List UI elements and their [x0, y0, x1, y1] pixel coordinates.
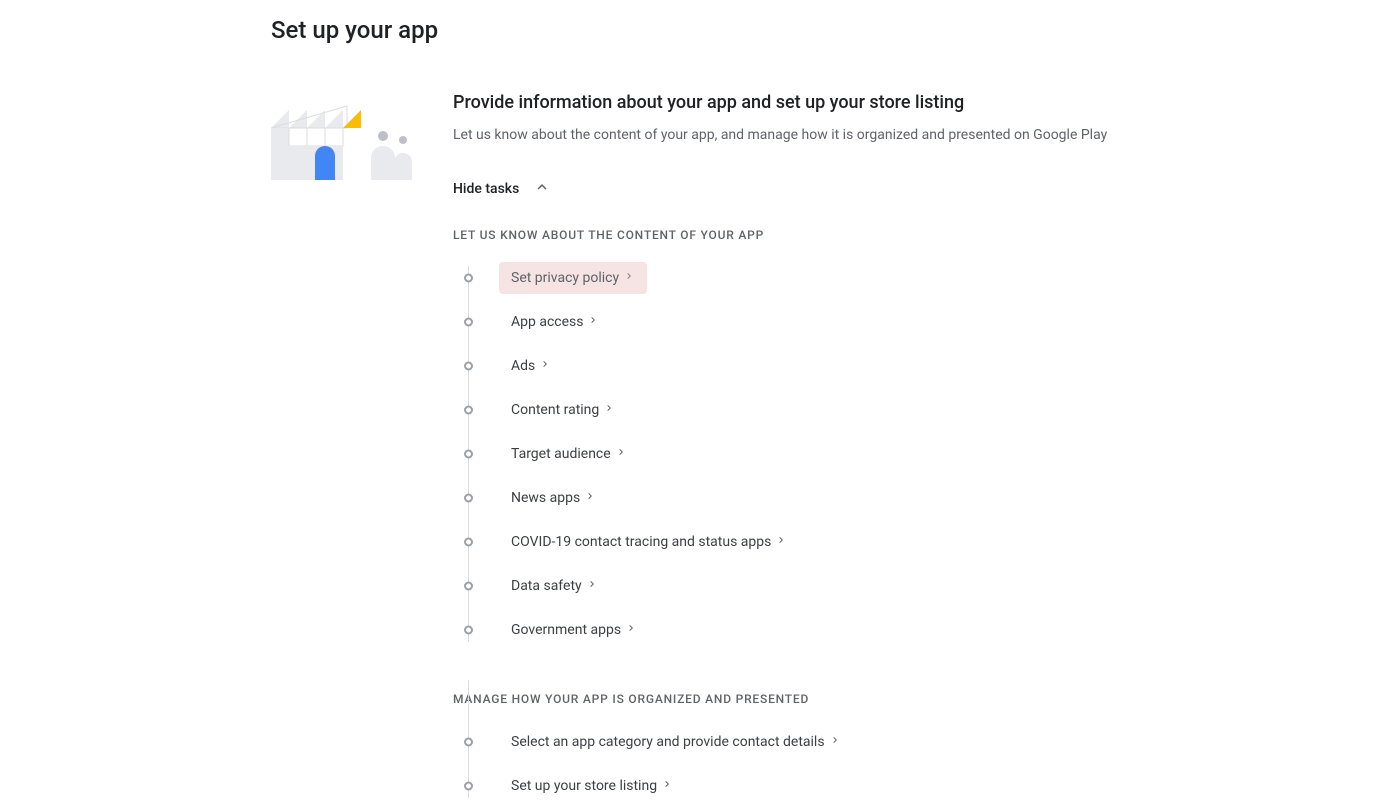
- hide-tasks-label: Hide tasks: [453, 181, 519, 197]
- chevron-right-icon: [586, 578, 598, 594]
- task-item: COVID-19 contact tracing and status apps: [469, 520, 1400, 564]
- task-label: Data safety: [511, 578, 582, 594]
- task-status-bullet: [464, 782, 473, 791]
- task-group-header: MANAGE HOW YOUR APP IS ORGANIZED AND PRE…: [453, 692, 1400, 706]
- chevron-right-icon: [625, 622, 637, 638]
- task-status-bullet: [464, 406, 473, 415]
- chevron-right-icon: [661, 778, 673, 794]
- task-item: Target audience: [469, 432, 1400, 476]
- task-item: Set up your store listing: [469, 764, 1400, 808]
- task-label: Ads: [511, 358, 535, 374]
- hide-tasks-toggle[interactable]: Hide tasks: [453, 178, 551, 200]
- task-link[interactable]: Government apps: [499, 614, 649, 646]
- chevron-right-icon: [775, 534, 787, 550]
- chevron-right-icon: [603, 402, 615, 418]
- task-link[interactable]: Content rating: [499, 394, 627, 426]
- task-item: Content rating: [469, 388, 1400, 432]
- task-label: Select an app category and provide conta…: [511, 734, 825, 750]
- section-description: Let us know about the content of your ap…: [453, 125, 1400, 146]
- chevron-right-icon: [623, 270, 635, 286]
- task-link[interactable]: Set up your store listing: [499, 770, 685, 802]
- task-status-bullet: [464, 274, 473, 283]
- task-item: Set privacy policy: [469, 256, 1400, 300]
- task-list: Select an app category and provide conta…: [453, 720, 1400, 808]
- task-status-bullet: [464, 626, 473, 635]
- page-title: Set up your app: [271, 16, 1400, 44]
- task-status-bullet: [464, 582, 473, 591]
- task-label: News apps: [511, 490, 580, 506]
- task-label: Target audience: [511, 446, 611, 462]
- chevron-right-icon: [829, 734, 841, 750]
- task-label: Content rating: [511, 402, 599, 418]
- task-label: Set up your store listing: [511, 778, 657, 794]
- task-status-bullet: [464, 494, 473, 503]
- task-link[interactable]: COVID-19 contact tracing and status apps: [499, 526, 799, 558]
- task-item: Select an app category and provide conta…: [469, 720, 1400, 764]
- task-link[interactable]: Data safety: [499, 570, 610, 602]
- task-label: Government apps: [511, 622, 621, 638]
- task-item: Ads: [469, 344, 1400, 388]
- task-item: Government apps: [469, 608, 1400, 652]
- task-label: App access: [511, 314, 583, 330]
- chevron-right-icon: [584, 490, 596, 506]
- task-status-bullet: [464, 738, 473, 747]
- task-link[interactable]: Target audience: [499, 438, 639, 470]
- task-link[interactable]: Ads: [499, 350, 563, 382]
- chevron-right-icon: [615, 446, 627, 462]
- chevron-up-icon: [533, 178, 551, 200]
- task-group-header: LET US KNOW ABOUT THE CONTENT OF YOUR AP…: [453, 228, 1400, 242]
- chevron-right-icon: [587, 314, 599, 330]
- setup-illustration: [271, 92, 421, 180]
- task-item: News apps: [469, 476, 1400, 520]
- chevron-right-icon: [539, 358, 551, 374]
- task-link[interactable]: Select an app category and provide conta…: [499, 726, 853, 758]
- task-link[interactable]: News apps: [499, 482, 608, 514]
- task-status-bullet: [464, 538, 473, 547]
- task-status-bullet: [464, 362, 473, 371]
- task-label: COVID-19 contact tracing and status apps: [511, 534, 771, 550]
- task-item: Data safety: [469, 564, 1400, 608]
- section-title: Provide information about your app and s…: [453, 92, 1400, 113]
- task-label: Set privacy policy: [511, 270, 619, 286]
- task-link[interactable]: Set privacy policy: [499, 262, 647, 294]
- task-status-bullet: [464, 450, 473, 459]
- task-status-bullet: [464, 318, 473, 327]
- task-list: Set privacy policy App access Ads Content r…: [453, 256, 1400, 652]
- task-link[interactable]: App access: [499, 306, 611, 338]
- task-item: App access: [469, 300, 1400, 344]
